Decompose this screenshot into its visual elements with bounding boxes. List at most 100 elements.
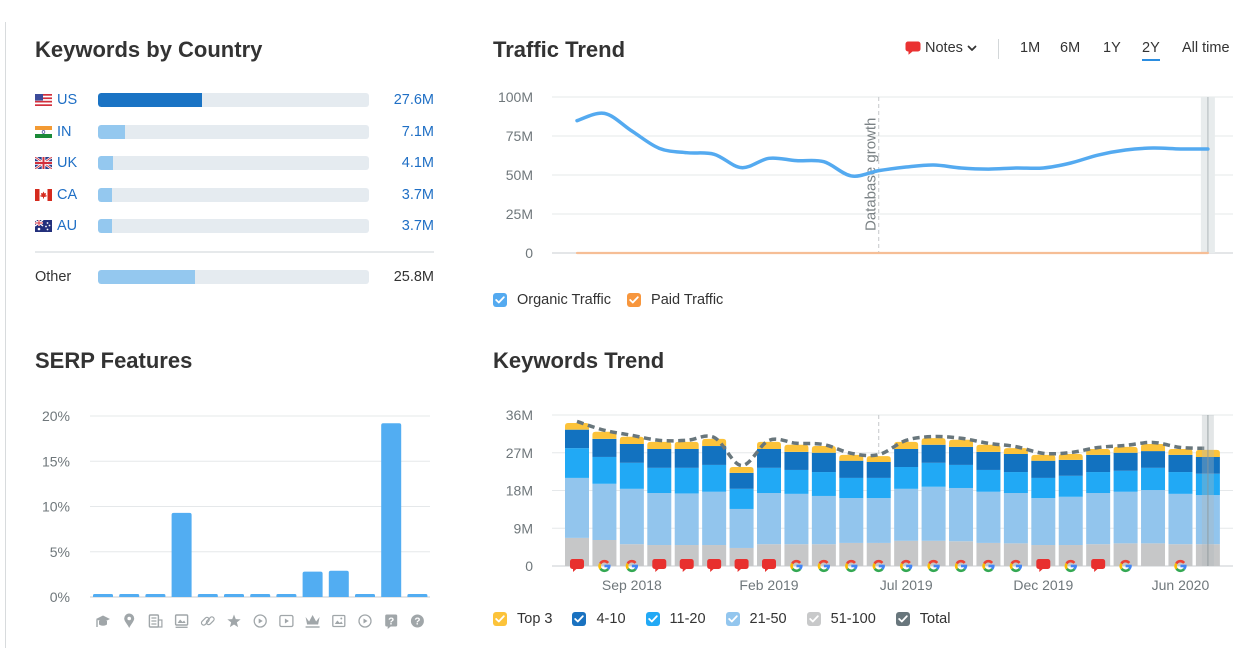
bar-segment-21-50[interactable] [729, 508, 754, 548]
note-marker-icon[interactable] [734, 559, 749, 572]
bar-segment-top-3[interactable] [674, 441, 699, 449]
bar-segment-21-50[interactable] [894, 488, 919, 541]
picture-icon[interactable] [332, 614, 346, 628]
bar-segment-21-50[interactable] [592, 483, 617, 540]
bar-crown[interactable] [302, 571, 323, 597]
bar-segment-11-20[interactable] [1113, 470, 1138, 492]
bar-segment-4-10[interactable] [619, 443, 644, 463]
bar-segment-21-50[interactable] [674, 493, 699, 546]
bar-stack[interactable] [894, 441, 919, 566]
bar-stack[interactable] [1031, 454, 1056, 566]
bar-segment-4-10[interactable] [674, 448, 699, 468]
bar-segment-51-100[interactable] [866, 542, 891, 566]
legend-21-50[interactable]: 21-50 [725, 610, 787, 628]
country-row-in[interactable]: IN 7.1M [0, 123, 440, 141]
bar-play-square[interactable] [276, 594, 297, 597]
country-code-link[interactable]: IN [57, 123, 72, 141]
bar-stack[interactable] [784, 444, 809, 566]
note-marker-icon[interactable] [762, 559, 777, 572]
keywords-trend-chart[interactable]: 0 9M 18M 27M 36M Sep 2018 Feb 2019 Jul 2019 Dec … [480, 405, 1237, 600]
bar-play-circle[interactable] [355, 594, 375, 597]
bar-segment-11-20[interactable] [949, 464, 974, 488]
bar-stack[interactable] [565, 422, 589, 566]
bar-segment-51-100[interactable] [1113, 543, 1138, 566]
bar-segment-11-20[interactable] [592, 456, 617, 484]
positions-4-10-checkbox[interactable] [572, 612, 587, 626]
bar-segment-11-20[interactable] [1031, 477, 1056, 499]
country-code-link[interactable]: US [57, 91, 77, 109]
bar-segment-21-50[interactable] [784, 493, 809, 545]
graduation-cap-icon[interactable] [96, 615, 110, 628]
bar-stack[interactable] [1141, 443, 1166, 566]
country-keywords-value[interactable]: 4.1M [402, 154, 434, 172]
bar-segment-4-10[interactable] [1058, 459, 1083, 476]
bar-segment-11-20[interactable] [702, 464, 727, 492]
bar-play-circle[interactable] [250, 594, 271, 597]
legend-organic-traffic[interactable]: Organic Traffic [493, 291, 611, 309]
bar-stack[interactable] [1086, 448, 1111, 566]
bar-segment-11-20[interactable] [729, 488, 754, 509]
bar-segment-11-20[interactable] [757, 467, 782, 494]
bar-segment-11-20[interactable] [1086, 472, 1111, 494]
bar-segment-51-100[interactable] [811, 544, 836, 566]
bar-stack[interactable] [647, 441, 672, 566]
bar-segment-21-50[interactable] [866, 498, 891, 543]
bar-segment-21-50[interactable] [647, 493, 672, 546]
bar-segment-4-10[interactable] [784, 451, 809, 470]
legend-51-100[interactable]: 51-100 [806, 610, 876, 628]
question-square-icon[interactable]: ? [385, 614, 398, 630]
bar-segment-4-10[interactable] [976, 451, 1001, 470]
bar-stack[interactable] [949, 439, 974, 566]
notes-dropdown[interactable]: Notes [905, 39, 977, 57]
bar-segment-51-100[interactable] [1141, 543, 1166, 566]
range-2y-button[interactable]: 2Y [1142, 39, 1160, 61]
bar-segment-4-10[interactable] [1141, 451, 1166, 468]
bar-segment-51-100[interactable] [976, 542, 1001, 566]
bar-segment-top-3[interactable] [565, 422, 589, 430]
bar-segment-51-100[interactable] [1058, 545, 1083, 566]
bar-segment-top-3[interactable] [619, 436, 644, 444]
country-row-uk[interactable]: UK 4.1M [0, 154, 440, 172]
note-marker-icon[interactable] [1091, 559, 1106, 572]
bar-segment-21-50[interactable] [619, 488, 644, 545]
bar-segment-21-50[interactable] [1086, 493, 1111, 545]
bar-segment-4-10[interactable] [866, 461, 891, 478]
bar-segment-51-100[interactable] [619, 544, 644, 566]
bar-segment-4-10[interactable] [839, 460, 864, 478]
bar-segment-21-50[interactable] [921, 486, 946, 541]
bar-stack[interactable] [619, 436, 644, 566]
bar-segment-21-50[interactable] [757, 493, 782, 545]
bar-segment-4-10[interactable] [1113, 452, 1138, 471]
bar-stack[interactable] [674, 441, 699, 566]
bar-stack[interactable] [702, 438, 727, 566]
bar-question-square[interactable] [381, 423, 402, 597]
organic-traffic-checkbox[interactable] [493, 293, 507, 307]
note-marker-icon[interactable] [570, 559, 584, 572]
bar-stack[interactable] [1168, 448, 1193, 566]
note-marker-icon[interactable] [679, 559, 694, 572]
article-icon[interactable] [148, 614, 163, 628]
bar-question-circle[interactable] [407, 594, 428, 597]
bar-segment-4-10[interactable] [1003, 454, 1028, 473]
bar-location-pin[interactable] [119, 594, 140, 597]
link-icon[interactable] [200, 616, 215, 626]
range-6m-button[interactable]: 6M [1060, 39, 1080, 57]
bar-segment-11-20[interactable] [647, 467, 672, 494]
bar-segment-11-20[interactable] [619, 462, 644, 489]
bar-segment-top-3[interactable] [921, 438, 946, 445]
bar-stack[interactable] [1113, 446, 1138, 566]
legend-top-3[interactable]: Top 3 [493, 610, 552, 628]
range-1y-button[interactable]: 1Y [1103, 39, 1121, 57]
bar-stack[interactable] [866, 456, 891, 566]
bar-star[interactable] [224, 594, 244, 597]
bar-segment-11-20[interactable] [839, 477, 864, 499]
note-marker-icon[interactable] [707, 559, 722, 572]
bar-segment-11-20[interactable] [1003, 472, 1028, 494]
bar-segment-4-10[interactable] [702, 446, 727, 465]
play-square-icon[interactable] [279, 614, 294, 628]
traffic-trend-chart[interactable]: 025M50M75M100MDatabase growth [480, 85, 1237, 265]
star-icon[interactable] [227, 614, 241, 628]
bar-segment-21-50[interactable] [976, 491, 1001, 543]
bar-stack[interactable] [1003, 448, 1028, 566]
bar-segment-11-20[interactable] [811, 472, 836, 496]
